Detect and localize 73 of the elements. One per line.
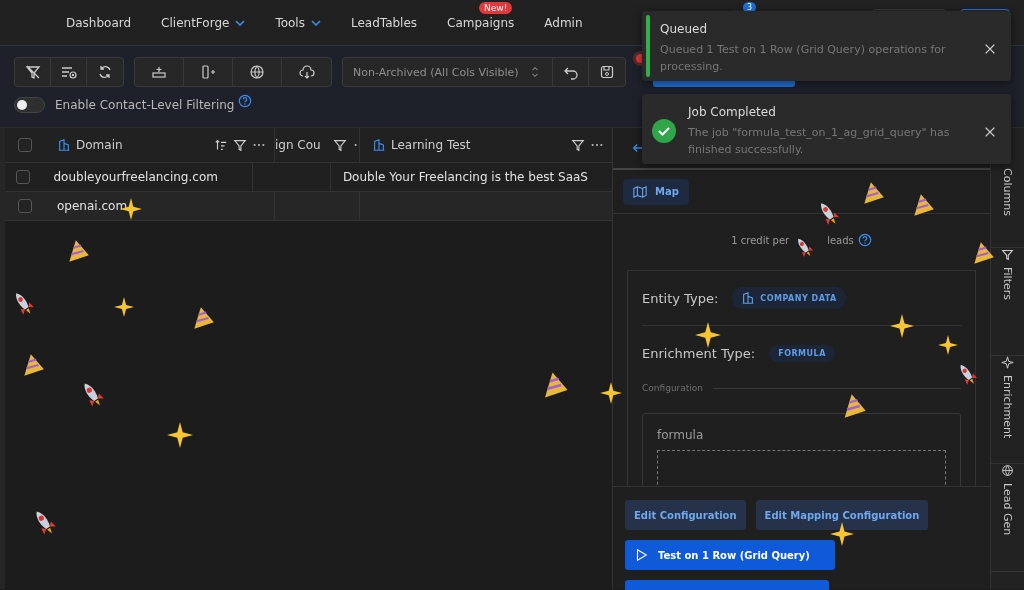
- building-icon: [741, 291, 756, 305]
- clear-list-icon: [60, 64, 77, 80]
- nav-link[interactable]: LeadTables: [350, 11, 418, 34]
- column-header[interactable]: Learning Test: [391, 138, 471, 152]
- column-header[interactable]: ign Cou: [275, 138, 321, 152]
- sparkle-icon: [114, 297, 134, 317]
- nav-link[interactable]: Campaigns: [447, 11, 515, 34]
- row-checkbox[interactable]: [18, 199, 32, 213]
- field-label: Enrichment Type:: [642, 346, 756, 361]
- map-button[interactable]: Map: [623, 178, 689, 205]
- sidebar-tab[interactable]: Lead Gen: [991, 464, 1024, 572]
- help-icon: [857, 233, 872, 247]
- toast-message: Queued 1 Test on 1 Row (Grid Query) operations for processing.: [660, 42, 947, 75]
- nav-link[interactable]: Dashboard: [66, 11, 132, 34]
- credit-text: 1 credit per: [731, 234, 790, 246]
- building-icon: [372, 138, 386, 152]
- type-badge: FORMULA: [769, 345, 835, 362]
- type-badge: COMPANY DATA: [732, 287, 846, 309]
- filter-icon: [233, 138, 247, 152]
- row-checkbox[interactable]: [16, 170, 31, 184]
- close-button[interactable]: [983, 42, 997, 56]
- toast-title: Job Completed: [688, 105, 777, 119]
- filter-icon: [1001, 248, 1014, 261]
- toast-message: The job "formula_test_on_1_ag_grid_query" has finished successfully.: [688, 125, 951, 158]
- back-arrow-icon: [631, 141, 645, 155]
- play-icon: [634, 548, 648, 562]
- sparkle-icon: [600, 382, 622, 404]
- field-label: Entity Type:: [642, 290, 719, 306]
- secondary-button[interactable]: Edit Configuration: [625, 500, 746, 530]
- sparkle-icon: [1001, 356, 1014, 369]
- globe-icon: [1001, 464, 1014, 477]
- sparkle-icon: [695, 322, 721, 348]
- run-button[interactable]: Test on 1 Row (Grid Query): [625, 540, 835, 570]
- toggle-switch[interactable]: [14, 97, 45, 113]
- save-icon: [599, 64, 615, 80]
- building-icon: [57, 138, 71, 152]
- select-all-checkbox[interactable]: [18, 138, 32, 152]
- table-cell: Double Your Freelancing is the best SaaS: [342, 170, 588, 184]
- close-button[interactable]: [983, 125, 997, 139]
- add-row-icon: [151, 64, 167, 80]
- success-icon: [652, 119, 676, 143]
- sidebar-tab[interactable]: Columns: [991, 168, 1024, 248]
- refresh-icon: [97, 64, 113, 80]
- filter-icon: [332, 138, 347, 152]
- section-label: Configuration: [642, 383, 704, 393]
- help-icon: [238, 94, 253, 108]
- add-column-icon: [200, 64, 216, 80]
- field-label: formula: [657, 428, 705, 442]
- clear-filter-icon: [24, 64, 41, 80]
- credit-text: leads: [827, 234, 854, 246]
- new-badge: New!: [479, 1, 513, 14]
- sparkle-icon: [830, 522, 854, 546]
- toast-title: Queued: [660, 22, 709, 36]
- sparkle-icon: [167, 422, 193, 448]
- close-icon: [983, 42, 997, 56]
- globe-icon: [249, 64, 265, 80]
- sparkle-icon: [890, 314, 914, 338]
- table-cell: doubleyourfreelancing.com: [53, 170, 218, 184]
- table-cell: openai.com: [57, 199, 128, 213]
- column-header[interactable]: Domain: [76, 138, 123, 152]
- toggle-label: Enable Contact-Level Filtering: [55, 98, 235, 112]
- map-icon: [633, 184, 647, 199]
- nav-link[interactable]: Tools: [275, 11, 321, 34]
- nav-link[interactable]: ClientForge: [161, 11, 246, 34]
- filter-icon: [571, 138, 585, 152]
- view-select[interactable]: Non-Archived (All Cols Visible): [343, 58, 553, 86]
- sidebar-tab[interactable]: Enrichment: [991, 356, 1024, 464]
- secondary-button[interactable]: Edit Mapping Configuration: [755, 500, 929, 530]
- cloud-download-icon: [298, 64, 315, 80]
- nav-link[interactable]: Admin: [544, 11, 583, 34]
- status-stripe: [646, 15, 650, 77]
- sparkle-icon: [938, 335, 958, 355]
- close-icon: [983, 125, 997, 139]
